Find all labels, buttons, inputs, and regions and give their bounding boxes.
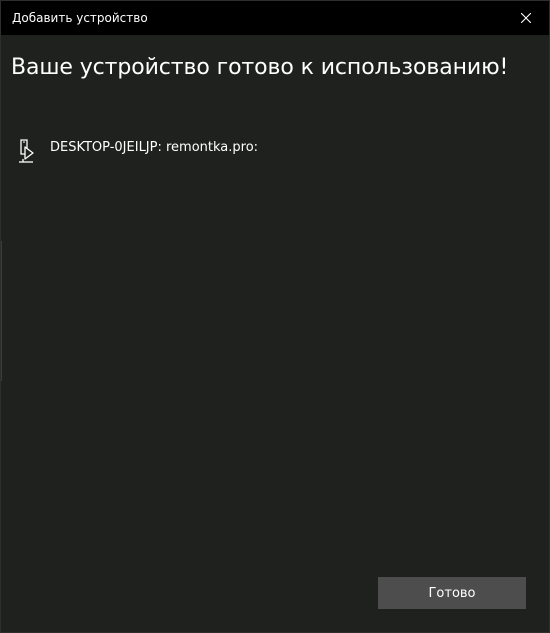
close-button[interactable] bbox=[503, 1, 549, 35]
device-name: DESKTOP-0JEILJP: remontka.pro: bbox=[50, 139, 259, 155]
title-bar[interactable]: Добавить устройство bbox=[1, 1, 549, 35]
window-title: Добавить устройство bbox=[12, 11, 148, 25]
done-button[interactable]: Готово bbox=[378, 577, 526, 609]
window-edge-divider bbox=[1, 241, 2, 381]
close-icon bbox=[521, 13, 531, 23]
add-device-dialog: Добавить устройство Ваше устройство гото… bbox=[0, 0, 550, 633]
page-title: Ваше устройство готово к использованию! bbox=[11, 55, 509, 80]
display-device-icon bbox=[19, 139, 34, 163]
device-list-item: DESKTOP-0JEILJP: remontka.pro: bbox=[15, 135, 258, 169]
